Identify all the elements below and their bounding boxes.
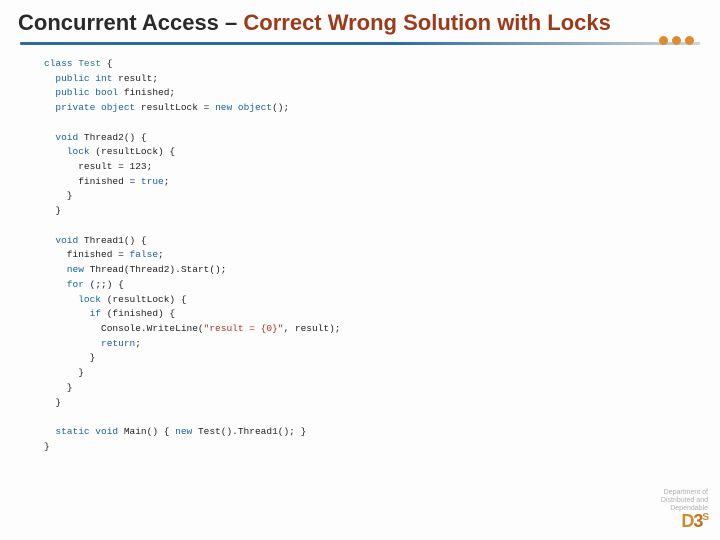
code-text: Console.WriteLine( xyxy=(44,323,204,334)
footer-logo: Department of Distributed and Dependable… xyxy=(661,489,708,532)
code-keyword: public xyxy=(44,87,90,98)
code-keyword: lock xyxy=(44,146,90,157)
code-text: } xyxy=(44,205,61,216)
code-keyword: void xyxy=(44,132,78,143)
code-text: ; xyxy=(158,249,164,260)
code-text: } xyxy=(44,382,73,393)
divider xyxy=(20,42,700,45)
code-blank xyxy=(44,411,50,422)
decorative-dots xyxy=(659,36,694,45)
code-text: } xyxy=(44,352,95,363)
code-keyword: private xyxy=(44,102,95,113)
dot-icon xyxy=(659,36,668,45)
dot-icon xyxy=(672,36,681,45)
code-text: , result); xyxy=(283,323,340,334)
code-blank xyxy=(44,117,50,128)
code-keyword: int xyxy=(90,73,113,84)
code-block: class Test { public int result; public b… xyxy=(0,47,720,454)
title-plain: Concurrent Access – xyxy=(18,10,243,35)
slide-title: Concurrent Access – Correct Wrong Soluti… xyxy=(18,10,702,36)
dot-icon xyxy=(685,36,694,45)
footer-line: Department of xyxy=(661,489,708,497)
code-text: { xyxy=(101,58,112,69)
code-text: result = 123; xyxy=(44,161,152,172)
code-text: Main() { xyxy=(118,426,175,437)
code-keyword: new xyxy=(215,102,232,113)
code-text: Test().Thread1(); } xyxy=(192,426,306,437)
code-text: } xyxy=(44,441,50,452)
title-bar: Concurrent Access – Correct Wrong Soluti… xyxy=(0,0,720,40)
code-keyword: for xyxy=(44,279,84,290)
code-blank xyxy=(44,220,50,231)
code-text: (); xyxy=(272,102,289,113)
title-accent: Correct Wrong Solution with Locks xyxy=(243,10,611,35)
divider-wrap xyxy=(0,40,720,47)
code-text: result; xyxy=(112,73,158,84)
code-text: } xyxy=(44,367,84,378)
code-text: ; xyxy=(135,338,141,349)
code-keyword: class xyxy=(44,58,73,69)
code-text: (resultLock) { xyxy=(101,294,187,305)
code-text: finished; xyxy=(118,87,175,98)
code-text: } xyxy=(44,397,61,408)
code-keyword: false xyxy=(130,249,159,260)
code-keyword: public xyxy=(44,73,90,84)
code-text: finished = xyxy=(44,249,130,260)
code-keyword: return xyxy=(44,338,135,349)
code-text: resultLock = xyxy=(135,102,215,113)
d3s-logo-text: D3S xyxy=(661,512,708,532)
code-keyword: static xyxy=(44,426,90,437)
code-text: finished = xyxy=(44,176,141,187)
code-text: Thread(Thread2).Start(); xyxy=(84,264,227,275)
code-keyword: object xyxy=(232,102,272,113)
code-keyword: void xyxy=(90,426,119,437)
code-text: ; xyxy=(164,176,170,187)
code-text: (finished) { xyxy=(101,308,175,319)
code-type: Test xyxy=(73,58,102,69)
code-keyword: if xyxy=(44,308,101,319)
code-string: "result = {0}" xyxy=(204,323,284,334)
code-text: Thread1() { xyxy=(78,235,146,246)
code-text: (;;) { xyxy=(84,279,124,290)
code-keyword: lock xyxy=(44,294,101,305)
footer-line: Distributed and xyxy=(661,497,708,505)
code-keyword: true xyxy=(141,176,164,187)
code-keyword: new xyxy=(44,264,84,275)
code-keyword: new xyxy=(175,426,192,437)
code-text: } xyxy=(44,190,73,201)
code-keyword: void xyxy=(44,235,78,246)
code-text: (resultLock) { xyxy=(90,146,176,157)
code-keyword: bool xyxy=(90,87,119,98)
code-keyword: object xyxy=(95,102,135,113)
code-text: Thread2() { xyxy=(78,132,146,143)
